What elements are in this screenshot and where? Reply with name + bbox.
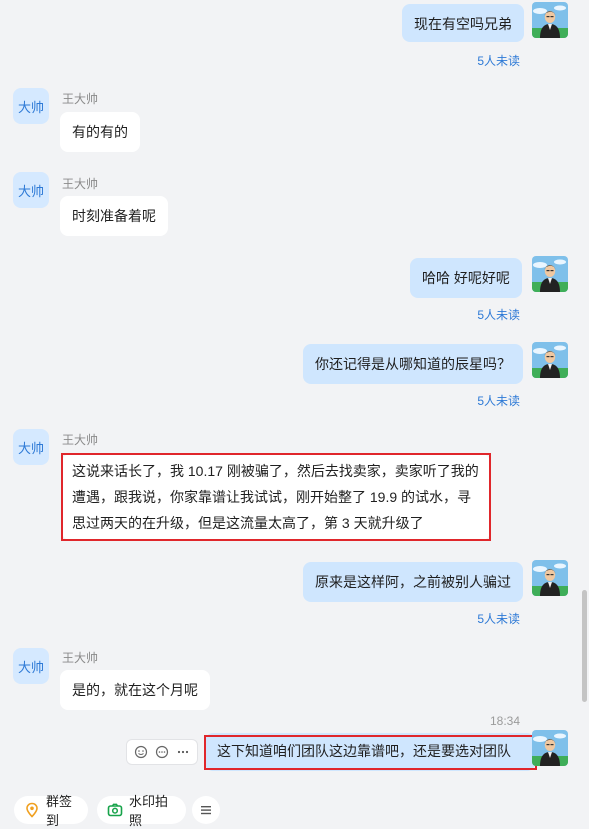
contact-avatar[interactable]: 大帅 — [13, 429, 49, 465]
camera-icon — [107, 802, 123, 818]
message-text: 这下知道咱们团队这边靠谱吧，还是要选对团队 — [217, 743, 511, 759]
location-pin-icon — [24, 802, 40, 818]
my-avatar[interactable] — [532, 730, 568, 766]
my-avatar[interactable] — [532, 256, 568, 292]
message-line: 遭遇，跟我说，你家靠谱让我试试，刚开始整了 19.9 的试水，寻 — [72, 489, 472, 505]
message-time: 18:34 — [489, 714, 520, 728]
group-checkin-label: 群签到 — [46, 794, 73, 828]
unread-count[interactable]: 5人未读 — [477, 306, 520, 323]
my-avatar[interactable] — [532, 560, 568, 596]
menu-icon — [199, 803, 213, 817]
message-text: 你还记得是从哪知道的辰星吗？ — [315, 356, 511, 372]
chat-scrollbar[interactable] — [582, 590, 587, 702]
watermark-photo-button[interactable]: 水印拍照 — [97, 794, 186, 828]
watermark-photo-label: 水印拍照 — [129, 794, 169, 828]
unread-count[interactable]: 5人未读 — [477, 52, 520, 69]
sender-name: 王大帅 — [62, 651, 99, 665]
reply-icon[interactable] — [154, 744, 170, 760]
message-bubble-in[interactable]: 这说来话长了，我 10.17 刚被骗了，然后去找卖家，卖家听了我的 遭遇，跟我说… — [62, 454, 490, 540]
message-hover-actions — [126, 739, 198, 765]
avatar-label: 大帅 — [17, 440, 44, 456]
unread-count[interactable]: 5人未读 — [477, 610, 520, 627]
message-text: 有的有的 — [72, 124, 128, 140]
emoji-react-icon[interactable] — [133, 744, 149, 760]
person-photo-icon — [532, 2, 568, 38]
message-text: 时刻准备着呢 — [72, 208, 156, 224]
more-menu-button[interactable] — [192, 796, 220, 824]
my-avatar[interactable] — [532, 2, 568, 38]
message-bubble-out[interactable]: 原来是这样阿，之前被别人骗过 — [303, 562, 523, 602]
group-checkin-button[interactable]: 群签到 — [14, 794, 88, 828]
message-line: 思过两天的在升级，但是这流量太高了，第 3 天就升级了 — [72, 515, 424, 531]
message-bubble-out[interactable]: 现在有空吗兄弟 — [402, 4, 524, 42]
avatar-label: 大帅 — [17, 659, 44, 675]
message-bubble-in[interactable]: 时刻准备着呢 — [60, 196, 168, 236]
message-text: 现在有空吗兄弟 — [414, 16, 512, 32]
person-photo-icon — [532, 342, 568, 378]
message-text: 哈哈 好呢好呢 — [422, 270, 510, 286]
message-bubble-in[interactable]: 有的有的 — [60, 112, 140, 152]
message-text: 是的，就在这个月呢 — [72, 682, 198, 698]
contact-avatar[interactable]: 大帅 — [13, 172, 49, 208]
unread-count[interactable]: 5人未读 — [477, 392, 520, 409]
person-photo-icon — [532, 730, 568, 766]
message-bubble-out[interactable]: 你还记得是从哪知道的辰星吗？ — [303, 344, 523, 384]
more-icon[interactable] — [175, 744, 191, 760]
sender-name: 王大帅 — [62, 177, 99, 191]
message-bubble-out[interactable]: 哈哈 好呢好呢 — [410, 258, 522, 298]
message-bubble-in[interactable]: 是的，就在这个月呢 — [60, 670, 210, 710]
sender-name: 王大帅 — [62, 92, 99, 106]
message-line: 这说来话长了，我 10.17 刚被骗了，然后去找卖家，卖家听了我的 — [72, 463, 479, 479]
message-text: 原来是这样阿，之前被别人骗过 — [315, 574, 511, 590]
contact-avatar[interactable]: 大帅 — [13, 648, 49, 684]
avatar-label: 大帅 — [17, 183, 44, 199]
person-photo-icon — [532, 560, 568, 596]
avatar-label: 大帅 — [17, 99, 44, 115]
contact-avatar[interactable]: 大帅 — [13, 88, 49, 124]
message-bubble-out[interactable]: 这下知道咱们团队这边靠谱吧，还是要选对团队 — [205, 733, 535, 771]
sender-name: 王大帅 — [62, 433, 99, 447]
my-avatar[interactable] — [532, 342, 568, 378]
person-photo-icon — [532, 256, 568, 292]
